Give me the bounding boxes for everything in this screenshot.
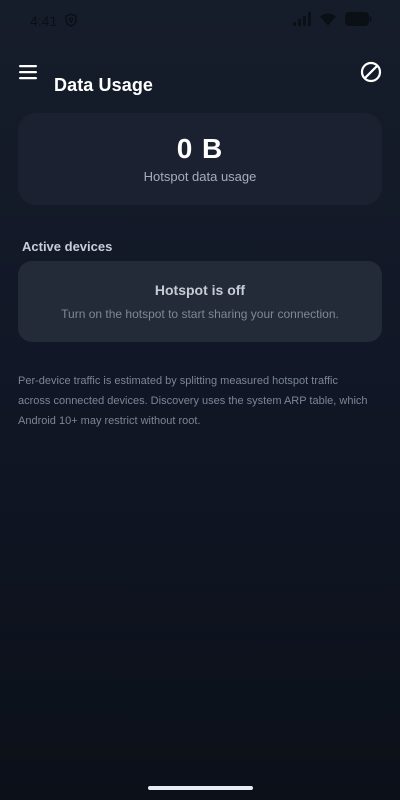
status-time: 4:41 (30, 13, 58, 29)
block-icon (360, 61, 382, 88)
hotspot-status-message: Turn on the hotspot to start sharing you… (61, 307, 339, 321)
block-button[interactable] (358, 61, 384, 87)
status-icons (293, 12, 372, 31)
status-bar: 4:41 (0, 0, 400, 42)
battery-icon (345, 12, 372, 31)
hotspot-usage-card: 0 B Hotspot data usage (18, 113, 382, 205)
hamburger-menu-icon (18, 64, 38, 85)
page-title: Data Usage (54, 75, 154, 96)
home-indicator[interactable] (148, 786, 253, 790)
cellular-signal-icon (293, 12, 311, 31)
hotspot-status-title: Hotspot is off (154, 282, 246, 298)
hotspot-status-card: Hotspot is off Turn on the hotspot to st… (18, 261, 382, 342)
hotspot-usage-value: 0 B (176, 133, 224, 164)
active-devices-heading: Active devices (22, 238, 113, 254)
vpn-key-icon (64, 13, 78, 27)
app-bar: Data Usage (0, 52, 400, 96)
hotspot-usage-label: Hotspot data usage (143, 169, 257, 184)
wifi-icon (319, 12, 337, 31)
menu-button[interactable] (16, 62, 40, 86)
traffic-estimation-note: Per-device traffic is estimated by split… (18, 375, 368, 427)
